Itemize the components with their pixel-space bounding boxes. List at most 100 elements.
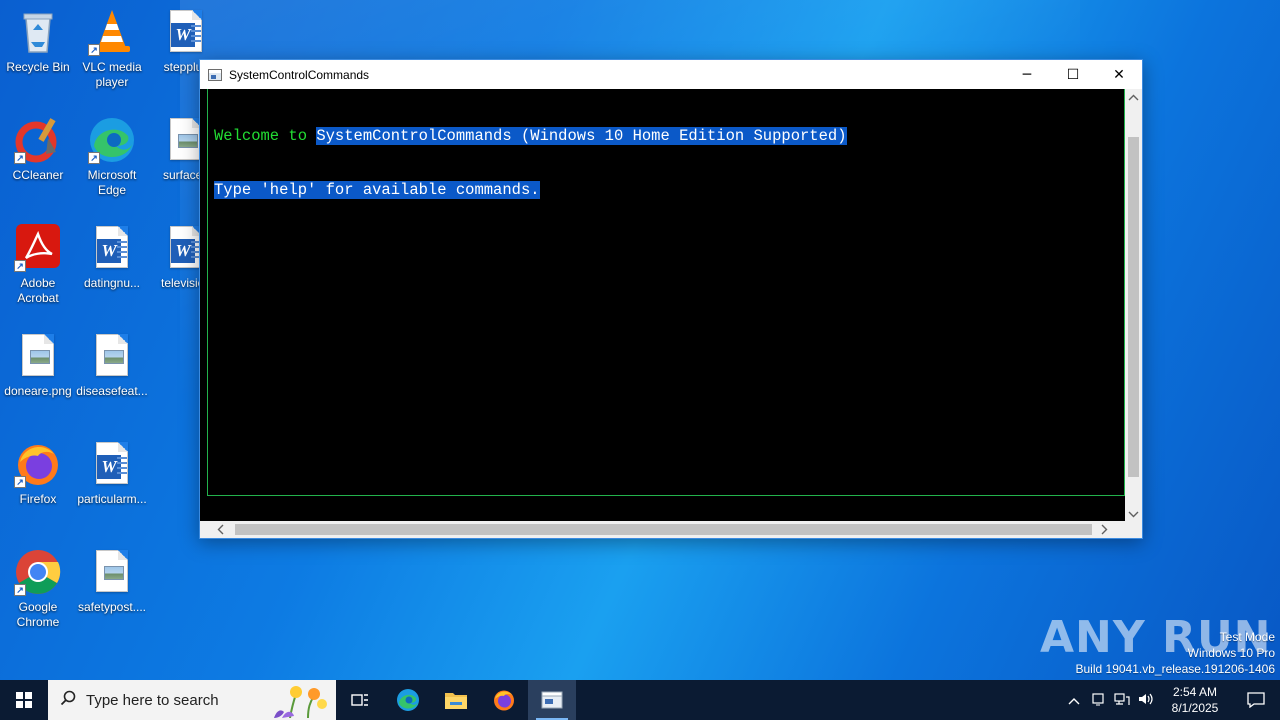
console-text: Welcome to	[214, 127, 317, 145]
notification-icon	[1247, 692, 1265, 708]
edge-icon: ↗	[88, 116, 136, 164]
desktop-icon-google-chrome[interactable]: ↗ Google Chrome	[0, 548, 76, 630]
task-view-button[interactable]	[336, 680, 384, 720]
taskbar-edge-button[interactable]	[384, 680, 432, 720]
device-icon	[1092, 692, 1104, 705]
console-app-icon	[541, 691, 563, 709]
taskbar-firefox-button[interactable]	[480, 680, 528, 720]
scroll-left-button[interactable]	[212, 521, 229, 538]
search-icon	[60, 690, 76, 711]
edge-icon	[397, 689, 419, 711]
clock-time: 2:54 AM	[1172, 685, 1218, 699]
desktop-icon-label: Adobe Acrobat	[17, 276, 59, 305]
desktop-icon-label: VLC media player	[82, 60, 142, 89]
image-file-icon	[88, 332, 136, 380]
desktop-icon-datingnu[interactable]: W datingnu...	[74, 224, 150, 291]
desktop-icon-doneare[interactable]: doneare.png	[0, 332, 76, 399]
taskbar-console-app-button[interactable]	[528, 680, 576, 720]
adobe-acrobat-icon: ↗	[14, 224, 62, 272]
desktop-icon-recycle-bin[interactable]: Recycle Bin	[0, 8, 76, 75]
desktop-icon-diseasefeat[interactable]: diseasefeat...	[74, 332, 150, 399]
scroll-down-button[interactable]	[1125, 506, 1142, 523]
windows-logo-icon	[16, 692, 32, 708]
desktop-icon-label: Firefox	[19, 492, 57, 506]
shortcut-arrow-icon: ↗	[14, 152, 26, 164]
recycle-bin-icon	[14, 8, 62, 56]
desktop-icon-label: doneare.png	[4, 384, 72, 398]
watermark-line: Test Mode	[1219, 630, 1275, 644]
close-icon: ✕	[1113, 66, 1125, 83]
ccleaner-icon: ↗	[14, 116, 62, 164]
chevron-up-icon	[1128, 94, 1139, 101]
console-window[interactable]: SystemControlCommands ─ ☐ ✕ Welcome to S…	[199, 59, 1143, 539]
tray-network-button[interactable]	[1110, 692, 1134, 709]
vlc-cone-icon: ↗	[88, 8, 136, 56]
tray-device-button[interactable]	[1086, 692, 1110, 709]
window-title: SystemControlCommands	[229, 67, 370, 82]
shortcut-arrow-icon: ↗	[88, 44, 100, 56]
taskbar-clock[interactable]: 2:54 AM 8/1/2025	[1158, 684, 1232, 716]
tray-volume-button[interactable]	[1134, 692, 1158, 709]
console-line: Type 'help' for available commands.	[214, 181, 1124, 199]
desktop-icon-label: Microsoft Edge	[87, 168, 137, 197]
network-icon	[1114, 692, 1130, 705]
task-view-icon	[351, 694, 368, 706]
vertical-scroll-thumb[interactable]	[1128, 137, 1139, 477]
console-output[interactable]: Welcome to SystemControlCommands (Window…	[207, 89, 1125, 496]
minimize-button[interactable]: ─	[1004, 60, 1050, 89]
shortcut-arrow-icon: ↗	[14, 584, 26, 596]
desktop-icon-ccleaner[interactable]: ↗ CCleaner	[0, 116, 76, 183]
desktop-icon-vlc[interactable]: ↗ VLC media player	[74, 8, 150, 90]
desktop-icon-particularm[interactable]: W particularm...	[74, 440, 150, 507]
shortcut-arrow-icon: ↗	[14, 476, 26, 488]
chevron-down-icon	[1128, 511, 1139, 518]
horizontal-scrollbar[interactable]	[200, 521, 1125, 538]
watermark-line: Build 19041.vb_release.191206-1406	[1075, 662, 1276, 676]
shortcut-arrow-icon: ↗	[88, 152, 100, 164]
chrome-icon: ↗	[14, 548, 62, 596]
search-placeholder: Type here to search	[86, 691, 219, 709]
minimize-icon: ─	[1022, 66, 1032, 83]
firefox-icon	[494, 690, 514, 711]
console-area[interactable]: Welcome to SystemControlCommands (Window…	[200, 89, 1142, 523]
chevron-left-icon	[217, 524, 224, 535]
console-selected-text: Type 'help' for available commands.	[214, 181, 540, 199]
close-button[interactable]: ✕	[1096, 60, 1142, 89]
desktop-icon-label: Recycle Bin	[6, 60, 70, 74]
clock-date: 8/1/2025	[1171, 701, 1219, 715]
system-tray: 2:54 AM 8/1/2025	[1062, 680, 1280, 720]
folder-icon	[445, 693, 467, 709]
vertical-scrollbar[interactable]	[1125, 89, 1142, 523]
scroll-up-button[interactable]	[1125, 89, 1142, 106]
desktop-icon-firefox[interactable]: ↗ Firefox	[0, 440, 76, 507]
desktop-icon-label: datingnu...	[83, 276, 141, 290]
maximize-icon: ☐	[1066, 66, 1080, 83]
console-app-icon	[208, 68, 222, 81]
taskbar-search-box[interactable]: Type here to search	[48, 680, 336, 720]
window-titlebar[interactable]: SystemControlCommands ─ ☐ ✕	[200, 60, 1142, 89]
desktop-icon-label: CCleaner	[12, 168, 64, 182]
word-document-icon: W	[162, 8, 210, 56]
action-center-button[interactable]	[1232, 692, 1280, 708]
horizontal-scroll-thumb[interactable]	[235, 524, 1092, 535]
taskbar-file-explorer-button[interactable]	[432, 680, 480, 720]
system-watermark: Test Mode Windows 10 Pro Build 19041.vb_…	[1076, 629, 1276, 677]
search-highlight-flowers-icon	[274, 686, 327, 718]
start-button[interactable]	[0, 680, 48, 720]
maximize-button[interactable]: ☐	[1050, 60, 1096, 89]
image-file-icon	[14, 332, 62, 380]
tray-overflow-button[interactable]	[1062, 693, 1086, 708]
desktop-icon-adobe-acrobat[interactable]: ↗ Adobe Acrobat	[0, 224, 76, 306]
firefox-icon: ↗	[14, 440, 62, 488]
chevron-up-icon	[1068, 697, 1080, 704]
chevron-right-icon	[1101, 524, 1108, 535]
scroll-right-button[interactable]	[1096, 521, 1113, 538]
watermark-line: Windows 10 Pro	[1187, 646, 1275, 660]
word-document-icon: W	[88, 224, 136, 272]
desktop-icon-label: diseasefeat...	[76, 384, 148, 398]
desktop-icon-label: safetypost....	[77, 600, 147, 614]
desktop-icon-microsoft-edge[interactable]: ↗ Microsoft Edge	[74, 116, 150, 198]
desktop-icon-safetypost[interactable]: safetypost....	[74, 548, 150, 615]
desktop-icon-label: particularm...	[77, 492, 147, 506]
image-file-icon	[88, 548, 136, 596]
